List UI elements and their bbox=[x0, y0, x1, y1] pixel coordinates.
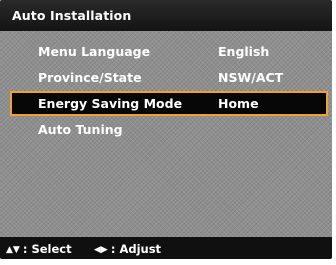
menu-item-province-state[interactable]: Province/State NSW/ACT bbox=[10, 65, 328, 90]
select-hint: ▲▼: Select bbox=[6, 242, 72, 256]
help-bar: ▲▼: Select ◀▶: Adjust bbox=[0, 237, 332, 259]
menu-item-value: NSW/ACT bbox=[218, 70, 284, 85]
menu-title: Auto Installation bbox=[12, 8, 132, 23]
menu-item-menu-language[interactable]: Menu Language English bbox=[10, 39, 328, 64]
menu-item-value: Home bbox=[218, 96, 259, 111]
menu-item-label: Province/State bbox=[38, 70, 142, 85]
osd-menu-panel: Auto Installation Menu Language English … bbox=[0, 0, 332, 259]
menu-item-label: Auto Tuning bbox=[38, 122, 123, 137]
menu-item-label: Energy Saving Mode bbox=[38, 96, 183, 111]
menu-item-energy-saving-mode[interactable]: Energy Saving Mode Home bbox=[10, 91, 328, 116]
adjust-hint-text: : Adjust bbox=[110, 242, 162, 256]
menu-title-bar: Auto Installation bbox=[0, 0, 332, 31]
menu-item-value: English bbox=[218, 44, 270, 59]
left-right-arrows-icon: ◀▶ bbox=[94, 245, 108, 255]
adjust-hint: ◀▶: Adjust bbox=[94, 242, 161, 256]
select-hint-text: : Select bbox=[22, 242, 72, 256]
menu-item-auto-tuning[interactable]: Auto Tuning bbox=[10, 117, 328, 142]
menu-item-label: Menu Language bbox=[38, 44, 151, 59]
up-down-arrows-icon: ▲▼ bbox=[6, 245, 20, 255]
